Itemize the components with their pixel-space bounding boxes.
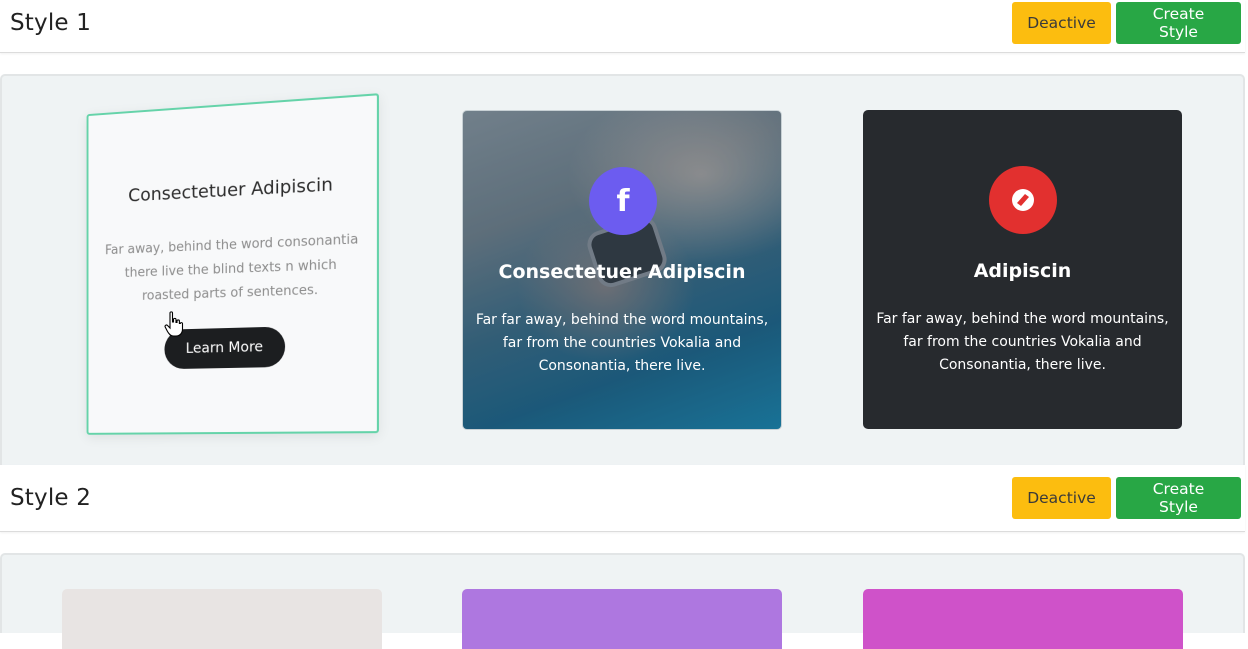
header-actions: Deactive Create Style — [1012, 2, 1241, 44]
style2-header: Style 2 Deactive Create Style — [0, 465, 1245, 532]
style2-card[interactable] — [62, 589, 382, 649]
outline-card[interactable]: Consectetuer Adipiscin Far away, behind … — [86, 93, 379, 435]
card-text: Far far away, behind the word mountains,… — [876, 311, 1169, 373]
behance-icon — [1012, 189, 1034, 211]
deactive-button[interactable]: Deactive — [1012, 477, 1111, 519]
section-title: Style 2 — [10, 485, 92, 511]
card-text: Far away, behind the word consonantia th… — [105, 232, 359, 304]
facebook-icon[interactable]: f — [589, 167, 657, 235]
card-title: Adipiscin — [973, 260, 1072, 282]
header-actions: Deactive Create Style — [1012, 477, 1241, 519]
card-text: Far far away, behind the word mountains,… — [475, 312, 769, 374]
hand-cursor-icon — [164, 311, 184, 337]
create-style-button[interactable]: Create Style — [1116, 2, 1241, 44]
dark-card[interactable]: Adipiscin Far far away, behind the word … — [863, 110, 1182, 429]
image-card[interactable]: f Consectetuer Adipiscin Far far away, b… — [462, 110, 782, 430]
style2-card[interactable] — [863, 589, 1183, 649]
style2-card[interactable] — [462, 589, 782, 649]
deactive-button[interactable]: Deactive — [1012, 2, 1111, 44]
behance-icon[interactable] — [989, 166, 1057, 234]
style1-header: Style 1 Deactive Create Style — [0, 0, 1245, 53]
card-title: Consectetuer Adipiscin — [128, 174, 333, 207]
create-style-button[interactable]: Create Style — [1116, 477, 1241, 519]
card-title: Consectetuer Adipiscin — [498, 261, 746, 283]
section-title: Style 1 — [10, 10, 92, 36]
